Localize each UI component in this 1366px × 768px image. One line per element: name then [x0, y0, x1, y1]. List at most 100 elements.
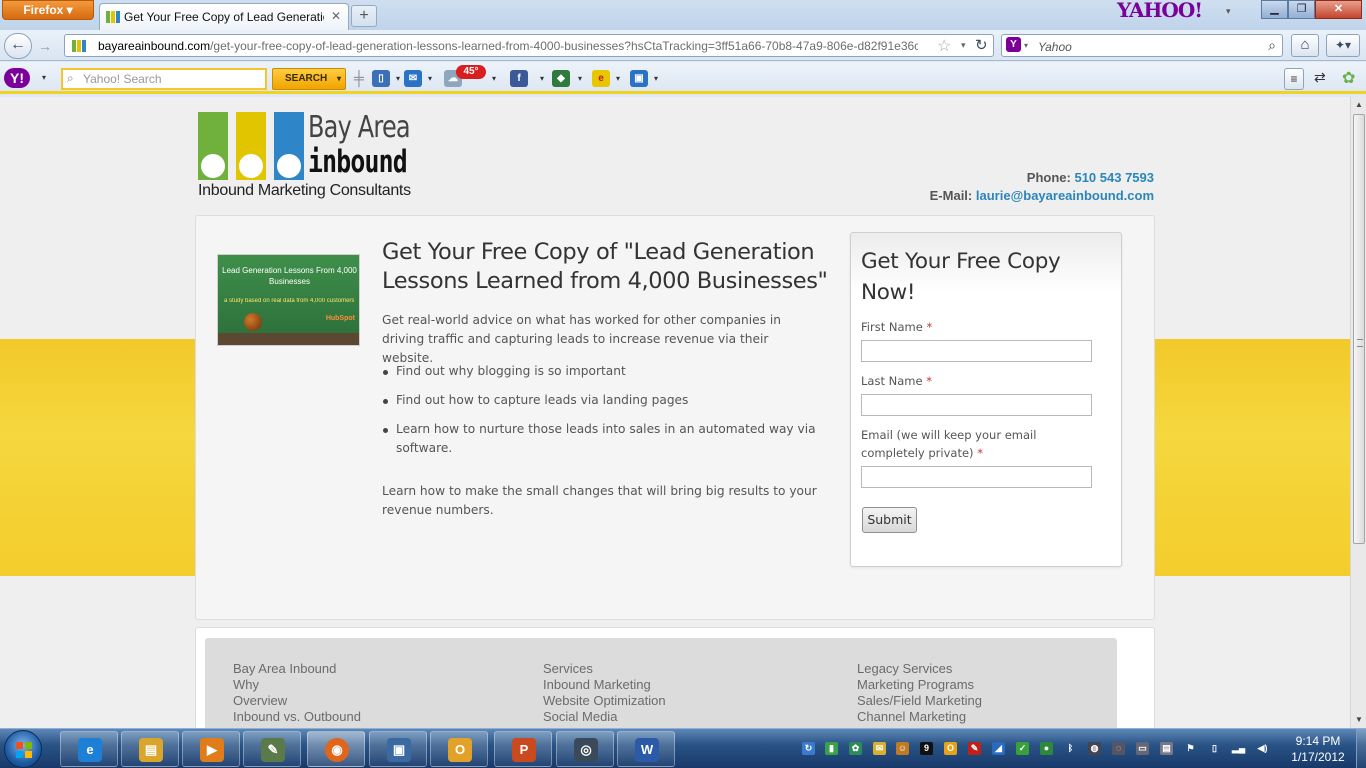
start-button[interactable]: [4, 730, 42, 768]
email-link[interactable]: laurie@bayareainbound.com: [976, 188, 1154, 203]
tray-app-icon[interactable]: ☺: [896, 742, 909, 755]
dropdown-icon[interactable]: ▾: [396, 74, 400, 83]
footer-link[interactable]: Legacy Services: [857, 661, 982, 677]
tray-app-icon[interactable]: ◌: [1112, 742, 1125, 755]
url-history-dropdown-icon[interactable]: ▾: [961, 40, 966, 51]
facebook-icon[interactable]: f: [510, 70, 528, 87]
footer-link[interactable]: Channel Marketing: [857, 709, 982, 725]
yahoo-search-button[interactable]: SEARCH ▾: [272, 68, 346, 90]
addon-icon[interactable]: ✦▾: [1326, 34, 1360, 57]
star-icon[interactable]: ☆: [937, 36, 951, 56]
tray-mail-icon[interactable]: ✉: [873, 742, 886, 755]
taskbar-app-ie[interactable]: e: [60, 731, 118, 767]
email-label: Email (we will keep your email completel…: [861, 426, 1101, 462]
footer-link[interactable]: Overview: [233, 693, 361, 709]
tray-app-icon[interactable]: ↻: [802, 742, 815, 755]
tray-app-icon[interactable]: ✎: [968, 742, 981, 755]
taskbar-app-evernote[interactable]: ✎: [243, 731, 301, 767]
taskbar-app-powerpoint[interactable]: P: [494, 731, 552, 767]
taskbar-app-media[interactable]: ▶: [182, 731, 240, 767]
taskbar-app-word[interactable]: W: [617, 731, 675, 767]
taskbar-app-firefox[interactable]: ◉: [307, 731, 365, 767]
tray-app-icon[interactable]: ◢: [992, 742, 1005, 755]
yahoo-search-input[interactable]: Yahoo! Search: [61, 68, 267, 90]
reload-icon[interactable]: ↻: [975, 36, 988, 54]
toolbar-sync-icon[interactable]: ⇄: [1314, 69, 1326, 86]
taskbar-app-camera[interactable]: ◎: [556, 731, 614, 767]
mail-icon[interactable]: ✉: [404, 70, 422, 87]
last-name-field[interactable]: [861, 394, 1092, 416]
brand-dropdown-icon[interactable]: ▾: [1226, 6, 1231, 17]
back-icon[interactable]: ←: [4, 33, 32, 59]
footer-link[interactable]: Marketing Programs: [857, 677, 982, 693]
tray-check-icon[interactable]: ✓: [1016, 742, 1029, 755]
submit-button[interactable]: Submit: [862, 507, 917, 533]
toolbar-settings-icon[interactable]: ✿: [1342, 68, 1355, 88]
address-bar[interactable]: bayareainbound.com/get-your-free-copy-of…: [64, 34, 994, 57]
dropdown-icon[interactable]: ▾: [616, 74, 620, 83]
yahoo-engine-icon[interactable]: Y: [1006, 37, 1021, 52]
phone-link[interactable]: 510 543 7593: [1074, 170, 1154, 185]
toolbar-list-icon[interactable]: ≡: [1284, 68, 1304, 90]
forward-icon[interactable]: →: [35, 37, 55, 55]
footer-link[interactable]: Inbound vs. Outbound: [233, 709, 361, 725]
show-desktop-button[interactable]: [1356, 729, 1366, 768]
tray-app-icon[interactable]: ●: [1040, 742, 1053, 755]
maximize-button[interactable]: ❐: [1288, 0, 1315, 19]
tray-app-icon[interactable]: ✿: [849, 742, 862, 755]
site-identity-icon[interactable]: [72, 40, 86, 52]
scroll-thumb[interactable]: [1353, 114, 1365, 544]
scroll-up-icon[interactable]: ▲: [1351, 97, 1366, 113]
yahoo-logo-icon[interactable]: Y!: [4, 68, 30, 88]
bookmarks-icon[interactable]: ▯: [372, 70, 390, 87]
browser-search-bar[interactable]: Y ▾ Yahoo ⌕: [1001, 34, 1283, 57]
taskbar-app-explorer[interactable]: ▤: [121, 731, 179, 767]
tray-app-icon[interactable]: ▤: [1160, 742, 1173, 755]
taskbar-app-outlook[interactable]: O: [430, 731, 488, 767]
firefox-menu-button[interactable]: Firefox ▾: [2, 0, 94, 20]
site-logo[interactable]: Bay Area inbound Inbound Marketing Consu…: [198, 110, 423, 202]
close-window-button[interactable]: ✕: [1315, 0, 1362, 19]
tray-app-icon[interactable]: ▮: [825, 742, 838, 755]
system-clock[interactable]: 9:14 PM 1/17/2012: [1285, 733, 1351, 765]
engine-dropdown-icon[interactable]: ▾: [1024, 41, 1028, 50]
dropdown-icon[interactable]: ▾: [578, 74, 582, 83]
battery-icon[interactable]: ▯: [1208, 742, 1221, 755]
new-tab-button[interactable]: +: [351, 5, 377, 27]
dropdown-icon[interactable]: ▾: [492, 74, 496, 83]
dropdown-icon[interactable]: ▾: [428, 74, 432, 83]
bluetooth-icon[interactable]: ᛒ: [1064, 742, 1077, 755]
shopping-icon[interactable]: ▣: [630, 70, 648, 87]
first-name-field[interactable]: [861, 340, 1092, 362]
network-signal-icon[interactable]: ▂▄: [1232, 742, 1245, 755]
footer-link[interactable]: Sales/Field Marketing: [857, 693, 982, 709]
tray-monitor-icon[interactable]: ▭: [1136, 742, 1149, 755]
scroll-down-icon[interactable]: ▼: [1351, 712, 1366, 728]
footer-link[interactable]: Bay Area Inbound: [233, 661, 361, 677]
dropdown-icon[interactable]: ▾: [540, 74, 544, 83]
footer-link[interactable]: Social Media: [543, 709, 666, 725]
minimize-button[interactable]: ▁: [1261, 0, 1288, 19]
footer-link[interactable]: Website Optimization: [543, 693, 666, 709]
yahoo-menu-dropdown-icon[interactable]: ▾: [42, 73, 46, 82]
page-scrollbar[interactable]: ▲ ▼: [1350, 97, 1366, 728]
tray-number-icon[interactable]: 9: [920, 742, 933, 755]
search-icon[interactable]: ⌕: [1268, 37, 1276, 54]
action-center-flag-icon[interactable]: ⚑: [1184, 742, 1197, 755]
home-icon[interactable]: ⌂: [1291, 34, 1319, 57]
volume-icon[interactable]: ◀): [1256, 742, 1269, 755]
footer-link[interactable]: Inbound Marketing: [543, 677, 666, 693]
browser-tab-active[interactable]: Get Your Free Copy of Lead Generation L.…: [99, 3, 349, 30]
taskbar-app-remote[interactable]: ▣: [369, 731, 427, 767]
url-text[interactable]: bayareainbound.com/get-your-free-copy-of…: [98, 39, 918, 53]
email-field[interactable]: [861, 466, 1092, 488]
tray-app-icon[interactable]: ◍: [1088, 742, 1101, 755]
tray-app-icon[interactable]: O: [944, 742, 957, 755]
dropdown-icon[interactable]: ▾: [654, 74, 658, 83]
games-icon[interactable]: ◆: [552, 70, 570, 87]
ebay-icon[interactable]: e: [592, 70, 610, 87]
search-dropdown-icon[interactable]: ▾: [337, 69, 341, 89]
footer-link[interactable]: Services: [543, 661, 666, 677]
tab-close-icon[interactable]: ✕: [328, 8, 344, 24]
footer-link[interactable]: Why: [233, 677, 361, 693]
